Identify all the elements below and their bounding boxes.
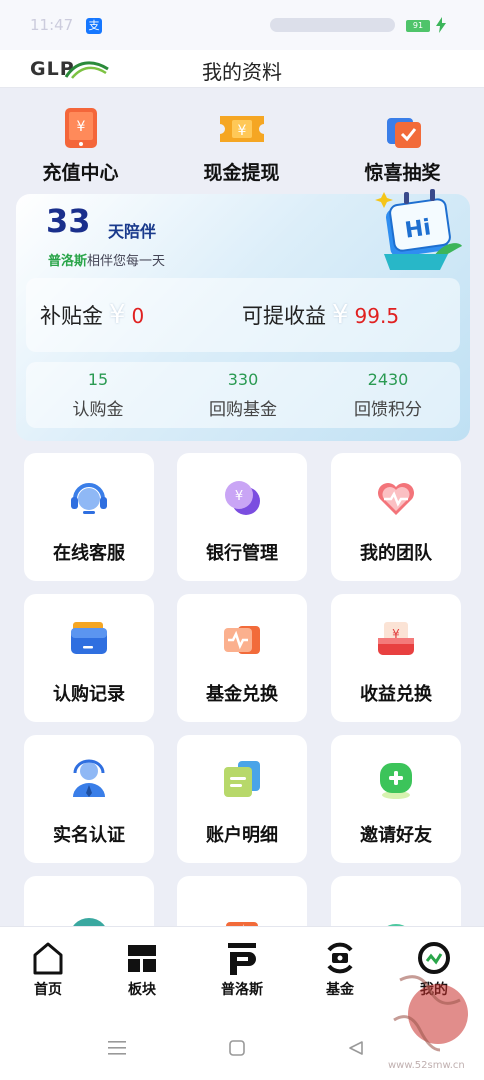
tab-blocks[interactable]: 板块 (102, 941, 182, 999)
charging-icon (436, 17, 446, 33)
metric-buyback-fund[interactable]: 330 回购基金 (171, 370, 315, 420)
brand-p-icon (228, 943, 256, 975)
hi-text: Hi (403, 215, 432, 243)
companion-days-unit: 天陪伴 (108, 222, 157, 241)
tile-label: 基金兑换 (206, 684, 278, 705)
customer-service-headset-icon (71, 483, 107, 514)
home-icon (33, 942, 63, 975)
subsidy-value: 0 (131, 304, 145, 328)
lottery-box-icon (386, 118, 421, 148)
metric-value: 330 (227, 370, 259, 389)
svg-text:¥: ¥ (76, 119, 85, 135)
home-square-icon[interactable] (229, 1040, 245, 1056)
cash-ticket-icon: ¥ (219, 116, 264, 142)
tile-my-team[interactable]: 我的团队 (331, 453, 461, 581)
invite-friends-icon (380, 763, 412, 799)
tagline-text: 相伴您每一天 (87, 254, 166, 269)
quick-action-label: 现金提现 (203, 162, 280, 184)
header: GLP 我的资料 (0, 50, 484, 88)
tab-fund[interactable]: 基金 (300, 941, 380, 999)
metric-label: 回馈积分 (354, 400, 422, 420)
tile-earnings-exchange[interactable]: ¥ 收益兑换 (331, 594, 461, 722)
tile-real-name-verification[interactable]: 实名认证 (24, 735, 154, 863)
svg-text:¥: ¥ (237, 123, 246, 139)
fund-exchange-icon (224, 626, 260, 654)
metric-value: 15 (87, 370, 109, 389)
tile-label: 在线客服 (53, 543, 125, 564)
tab-label: 首页 (34, 982, 62, 998)
metrics-panel: 15 认购金 330 回购基金 2430 回馈积分 (26, 362, 460, 428)
yen-icon: ¥ (332, 300, 349, 330)
subscription-wallet-icon (71, 622, 107, 654)
stats-card: 33 天陪伴 普洛斯相伴您每一天 Hi 补贴金 ¥0 可提收益 ¥99.5 15 认… (16, 189, 470, 441)
metric-value: 2430 (367, 370, 409, 389)
tile-account-details[interactable]: 账户明细 (177, 735, 307, 863)
battery-icon: 91 (406, 20, 430, 32)
companion-days: 33 (46, 202, 91, 240)
status-time: 11:47 (30, 16, 74, 34)
tile-subscription-records[interactable]: 认购记录 (24, 594, 154, 722)
tile-label: 认购记录 (53, 684, 125, 705)
balance-panel: 补贴金 ¥0 可提收益 ¥99.5 (26, 278, 460, 352)
subsidy-balance: 补贴金 ¥0 (40, 300, 144, 330)
withdrawable-label: 可提收益 (242, 304, 326, 328)
tagline: 普洛斯相伴您每一天 (48, 250, 165, 269)
alipay-icon: 支 (86, 18, 102, 34)
quick-actions: ¥ 充值中心 ¥ 现金提现 惊喜抽奖 (0, 100, 484, 190)
team-heart-icon (378, 483, 414, 515)
real-name-person-icon (73, 759, 105, 797)
tab-label: 板块 (128, 982, 156, 998)
tile-label: 收益兑换 (360, 684, 432, 705)
yen-icon: ¥ (109, 300, 126, 330)
quick-action-lottery[interactable]: 惊喜抽奖 (322, 100, 483, 185)
quick-action-withdraw[interactable]: ¥ 现金提现 (161, 100, 322, 185)
back-triangle-icon[interactable] (348, 1040, 364, 1056)
withdrawable-value: 99.5 (354, 304, 400, 328)
metric-label: 回购基金 (209, 400, 277, 420)
withdrawable-balance: 可提收益 ¥99.5 (242, 300, 399, 330)
subsidy-label: 补贴金 (40, 304, 103, 328)
tile-label: 邀请好友 (360, 825, 432, 846)
status-bar: 11:47 支 91 (0, 0, 484, 50)
metric-reward-points[interactable]: 2430 回馈积分 (316, 370, 460, 420)
fund-icon (327, 942, 353, 974)
account-details-icon (224, 761, 260, 797)
metric-subscription-funds[interactable]: 15 认购金 (26, 370, 170, 420)
tile-online-service[interactable]: 在线客服 (24, 453, 154, 581)
bank-coin-icon: ¥ (225, 481, 260, 515)
tab-label: 普洛斯 (221, 982, 263, 998)
tile-fund-exchange[interactable]: 基金兑换 (177, 594, 307, 722)
quick-action-recharge[interactable]: ¥ 充值中心 (0, 100, 161, 185)
recharge-phone-icon: ¥ (64, 108, 97, 148)
tile-label: 银行管理 (206, 543, 278, 564)
quick-action-label: 充值中心 (42, 162, 119, 184)
blocks-icon (128, 945, 156, 972)
tile-label: 我的团队 (360, 543, 432, 564)
status-indicators (270, 18, 395, 32)
watermark-text: www.52smw.cn (388, 1060, 465, 1071)
hi-calendar-icon: Hi (375, 189, 462, 270)
tile-invite-friends[interactable]: 邀请好友 (331, 735, 461, 863)
tile-label: 账户明细 (206, 825, 278, 846)
tagline-brand: 普洛斯 (48, 254, 88, 269)
metric-label: 认购金 (72, 400, 124, 420)
earnings-exchange-icon: ¥ (378, 622, 414, 655)
tile-label: 实名认证 (53, 825, 125, 846)
tile-bank-management[interactable]: ¥ 银行管理 (177, 453, 307, 581)
tab-home[interactable]: 首页 (8, 941, 88, 999)
svg-text:¥: ¥ (235, 489, 243, 504)
menu-icon[interactable] (108, 1040, 126, 1056)
page-title: 我的资料 (202, 60, 282, 84)
tab-brand[interactable]: 普洛斯 (202, 941, 282, 999)
watermark-seal-icon (393, 975, 468, 1052)
tab-label: 基金 (326, 982, 354, 998)
